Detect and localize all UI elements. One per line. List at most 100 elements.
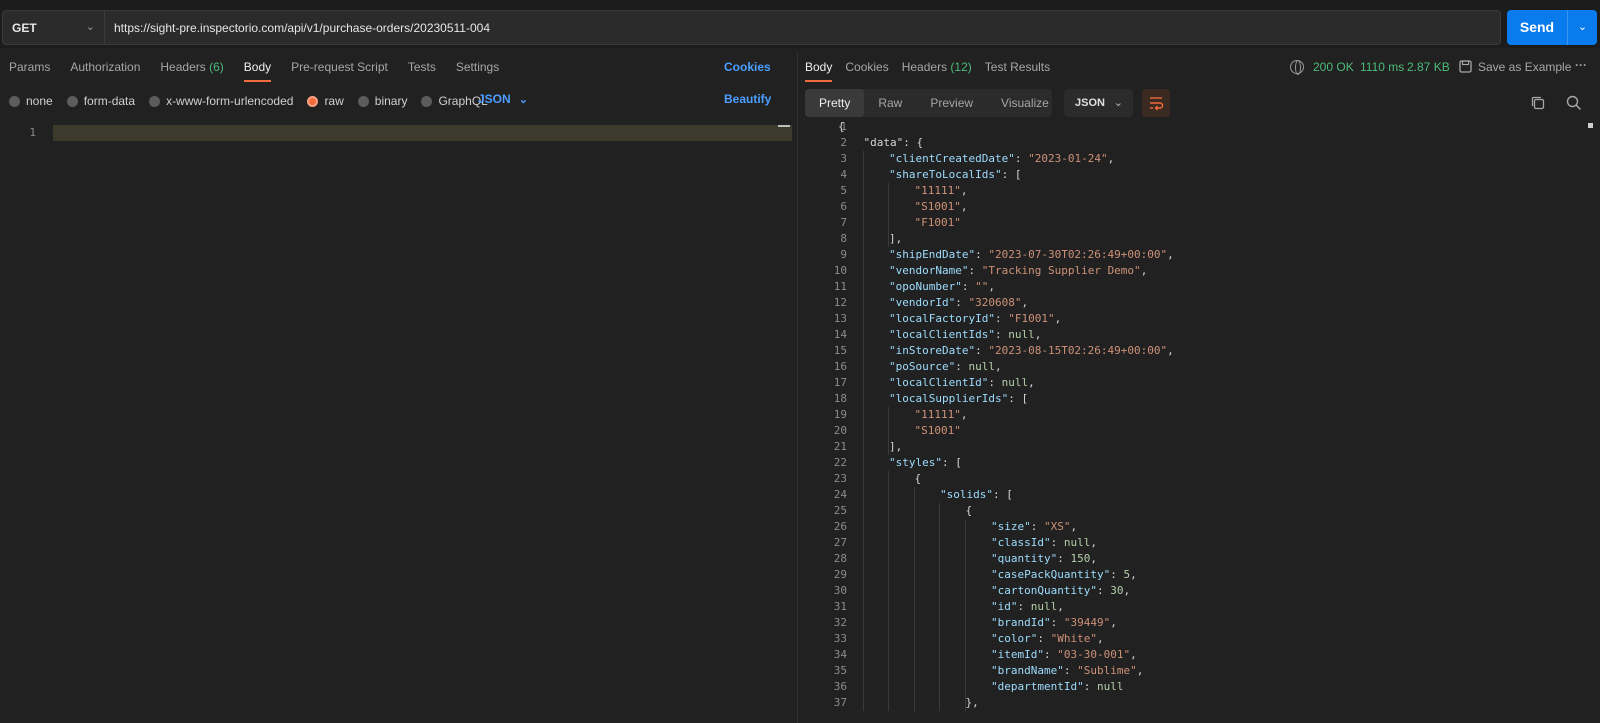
code-text: "shareToLocalIds": [ [889, 167, 1021, 183]
code-token: , [1140, 264, 1148, 277]
tab-authorization[interactable]: Authorization [70, 52, 140, 82]
code-line: 20 "S1001" [802, 423, 1592, 439]
code-token: , [960, 184, 968, 197]
chevron-down-icon: ⌄ [85, 21, 95, 33]
cookies-link[interactable]: Cookies [724, 60, 771, 74]
code-token: null [1001, 376, 1029, 389]
line-number: 29 [833, 568, 847, 581]
radio-none[interactable]: none [9, 94, 53, 108]
tab-tests[interactable]: Tests [408, 52, 436, 82]
line-number: 22 [833, 456, 847, 469]
code-token: , [1070, 520, 1078, 533]
code-token: null [1030, 600, 1058, 613]
radio-label: form-data [83, 94, 136, 108]
response-tab-headers[interactable]: Headers (12) [902, 52, 972, 82]
radio-form-data[interactable]: form-data [66, 94, 136, 108]
code-text: "brandId": "39449", [991, 615, 1117, 631]
save-as-example-button[interactable]: Save as Example [1478, 60, 1571, 74]
code-token: , [960, 408, 968, 421]
wrap-lines-button[interactable] [1142, 89, 1170, 117]
send-options-chevron-icon[interactable]: ⌄ [1568, 10, 1597, 45]
radio-binary[interactable]: binary [357, 94, 407, 108]
radio-x-www-form-urlencoded[interactable]: x-www-form-urlencoded [149, 94, 293, 108]
code-text: "poSource": null, [889, 359, 1002, 375]
code-token: "solids" [940, 488, 993, 501]
radio-label: raw [324, 94, 344, 108]
body-format-select[interactable]: JSON ⌄ [478, 92, 528, 106]
view-mode-preview[interactable]: Preview [916, 89, 987, 117]
search-icon[interactable] [1565, 94, 1583, 112]
radio-label: none [26, 94, 53, 108]
indent-guide [888, 183, 889, 247]
code-text: ], [889, 231, 902, 247]
tab-label: Settings [455, 60, 500, 74]
line-number: 17 [833, 376, 847, 389]
code-token: "localClientIds" [889, 328, 995, 341]
code-token: "Sublime" [1077, 664, 1137, 677]
send-button[interactable]: Send ⌄ [1507, 10, 1597, 45]
code-token: "F1001" [914, 216, 961, 229]
code-line: 35 "brandName": "Sublime", [802, 663, 1592, 679]
code-token: : [1014, 152, 1029, 165]
code-token: "styles" [889, 456, 942, 469]
request-body-editor[interactable]: 1 [0, 125, 792, 723]
code-text: "vendorName": "Tracking Supplier Demo", [889, 263, 1147, 279]
code-token: : [ [992, 488, 1013, 501]
code-token: "inStoreDate" [889, 344, 976, 357]
code-text: "data": { [864, 135, 924, 151]
line-number: 12 [833, 296, 847, 309]
code-token: , [1054, 312, 1062, 325]
line-number: 31 [833, 600, 847, 613]
code-line: 33 "color": "White", [802, 631, 1592, 647]
response-scroll-marker[interactable] [1588, 123, 1593, 128]
tab-label: Authorization [70, 60, 141, 74]
code-token: "itemId" [991, 648, 1044, 661]
globe-icon[interactable] [1290, 60, 1304, 75]
code-token: "poSource" [889, 360, 956, 373]
tab-settings[interactable]: Settings [456, 52, 499, 82]
tab-params[interactable]: Params [9, 52, 50, 82]
view-mode-visualize[interactable]: Visualize [987, 89, 1063, 117]
tab-count-badge: (6) [209, 60, 224, 74]
response-size[interactable]: 2.87 KB [1407, 60, 1450, 74]
response-time[interactable]: 1110 ms [1360, 60, 1404, 74]
indent-guide [964, 519, 966, 711]
tab-headers[interactable]: Headers (6) [160, 52, 223, 82]
code-token: ], [889, 440, 903, 453]
pane-divider[interactable] [797, 52, 798, 723]
code-text: "S1001", [915, 199, 968, 215]
tab-body[interactable]: Body [243, 52, 272, 82]
response-format-select[interactable]: JSON ⌄ [1064, 89, 1133, 117]
response-format-label: JSON [1075, 97, 1105, 109]
response-tab-body[interactable]: Body [805, 52, 833, 82]
line-number: 27 [833, 536, 847, 549]
response-tab-cookies[interactable]: Cookies [845, 52, 888, 82]
code-line: 10 "vendorName": "Tracking Supplier Demo"… [802, 263, 1592, 279]
url-text: https://sight-pre.inspectorio.com/api/v1… [114, 20, 490, 35]
response-body-viewer[interactable]: 1{2 "data": {3 "clientCreatedDate": "2023-… [802, 118, 1597, 723]
status-code[interactable]: 200 OK [1313, 60, 1354, 74]
tab-pre-request-script[interactable]: Pre-request Script [291, 52, 388, 82]
view-mode-raw[interactable]: Raw [864, 89, 916, 117]
url-input[interactable]: https://sight-pre.inspectorio.com/api/v1… [105, 10, 1501, 45]
code-text: { [915, 471, 922, 487]
more-options-icon[interactable]: ··· [1575, 58, 1587, 72]
code-line: 25 { [802, 503, 1592, 519]
beautify-link[interactable]: Beautify [724, 92, 771, 106]
code-token: "id" [991, 600, 1018, 613]
code-token: "" [975, 280, 989, 293]
code-token: "2023-01-24" [1028, 152, 1108, 165]
code-token: 150 [1070, 552, 1091, 565]
view-mode-pretty[interactable]: Pretty [805, 89, 865, 117]
wrap-lines-icon [1150, 97, 1164, 111]
code-text: "11111", [915, 407, 968, 423]
copy-icon[interactable] [1529, 94, 1547, 112]
line-number: 15 [833, 344, 847, 357]
line-number: 25 [833, 504, 847, 517]
method-select[interactable]: GET ⌄ [2, 10, 105, 45]
line-number: 19 [833, 408, 847, 421]
code-token: , [1130, 568, 1137, 581]
radio-raw[interactable]: raw [307, 94, 344, 108]
code-line: 15 "inStoreDate": "2023-08-15T02:26:49+00… [802, 343, 1592, 359]
response-tab-test-results[interactable]: Test Results [985, 52, 1050, 82]
